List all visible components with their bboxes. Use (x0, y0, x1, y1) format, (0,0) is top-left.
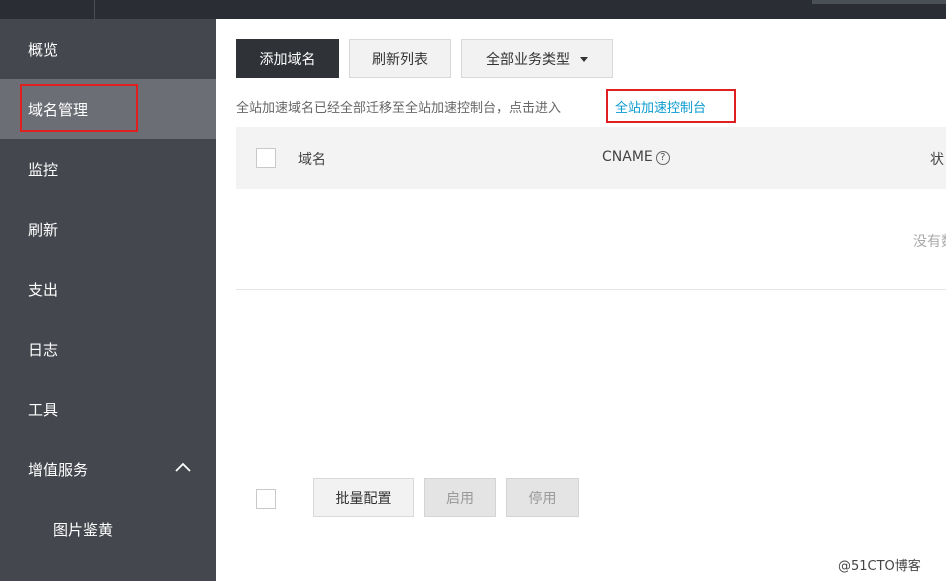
sidebar-item-billing[interactable]: 支出 (0, 259, 216, 319)
sidebar-item-monitoring[interactable]: 监控 (0, 139, 216, 199)
site-acceleration-console-link[interactable]: 全站加速控制台 (615, 97, 706, 116)
column-header-cname-label: CNAME (602, 149, 653, 165)
top-bar-right-block (812, 0, 946, 4)
column-header-status[interactable]: 状 (930, 149, 946, 169)
sidebar-item-label: 刷新 (28, 220, 59, 239)
batch-config-button[interactable]: 批量配置 (313, 478, 414, 517)
sidebar-item-label: 图片鉴黄 (53, 520, 114, 539)
chevron-up-icon[interactable] (174, 461, 192, 473)
select-all-checkbox[interactable] (256, 148, 276, 168)
enable-button[interactable]: 启用 (424, 478, 496, 517)
add-domain-label: 添加域名 (259, 51, 316, 68)
refresh-list-label: 刷新列表 (372, 51, 428, 68)
sidebar-item-tools[interactable]: 工具 (0, 379, 216, 439)
column-header-domain[interactable]: 域名 (298, 149, 326, 169)
business-type-label: 全部业务类型 (486, 51, 570, 68)
table-header: 域名 CNAME? 状 (236, 127, 946, 189)
enable-label: 启用 (446, 490, 474, 507)
main-content: 添加域名 刷新列表 全部业务类型 全站加速域名已经全部迁移至全站加速控制台，点击… (216, 19, 946, 581)
business-type-dropdown[interactable]: 全部业务类型 (461, 39, 613, 78)
refresh-list-button[interactable]: 刷新列表 (349, 39, 451, 78)
sidebar-item-domain-management[interactable]: 域名管理 (0, 79, 216, 139)
sidebar-item-value-added-services[interactable]: 增值服务 (0, 439, 216, 499)
empty-table-message: 没有数 (913, 234, 946, 250)
sidebar-item-label: 增值服务 (28, 460, 89, 479)
caret-down-icon (580, 57, 588, 62)
batch-config-label: 批量配置 (335, 490, 392, 507)
add-domain-button[interactable]: 添加域名 (236, 39, 339, 78)
sidebar-item-overview[interactable]: 概览 (0, 19, 216, 79)
sidebar-item-label: 概览 (28, 40, 59, 59)
sidebar-item-label: 日志 (28, 340, 59, 359)
top-bar-divider (94, 0, 95, 19)
help-icon[interactable]: ? (655, 151, 670, 165)
sidebar-item-label: 支出 (28, 280, 59, 299)
watermark: @51CTO博客 (838, 559, 921, 574)
sidebar-item-label: 工具 (28, 400, 59, 419)
sidebar-item-refresh[interactable]: 刷新 (0, 199, 216, 259)
footer-select-all-checkbox[interactable] (256, 489, 276, 509)
sidebar-item-image-moderation[interactable]: 图片鉴黄 (0, 499, 216, 559)
sidebar-item-label: 域名管理 (28, 100, 89, 119)
migration-notice: 全站加速域名已经全部迁移至全站加速控制台，点击进入 (236, 101, 562, 116)
top-bar (0, 0, 946, 19)
column-header-cname[interactable]: CNAME? (602, 149, 670, 165)
sidebar-item-logs[interactable]: 日志 (0, 319, 216, 379)
sidebar: 概览 域名管理 监控 刷新 支出 日志 工具 增值服务 图片鉴黄 (0, 19, 216, 581)
table-divider (236, 289, 946, 290)
disable-button[interactable]: 停用 (506, 478, 579, 517)
disable-label: 停用 (528, 490, 557, 507)
sidebar-item-label: 监控 (28, 160, 59, 179)
